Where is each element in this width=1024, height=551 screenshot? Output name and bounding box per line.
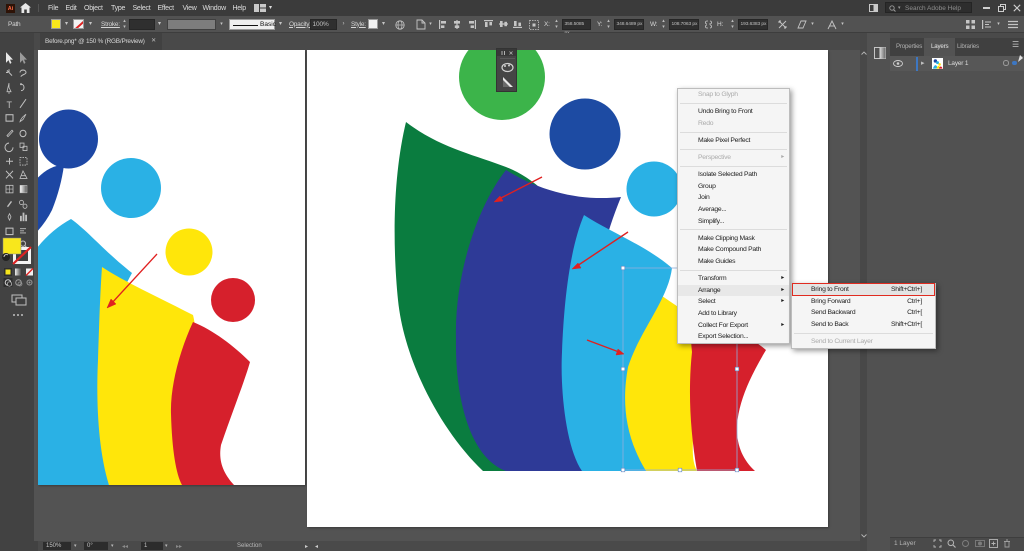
svg-text:T: T	[6, 100, 12, 110]
